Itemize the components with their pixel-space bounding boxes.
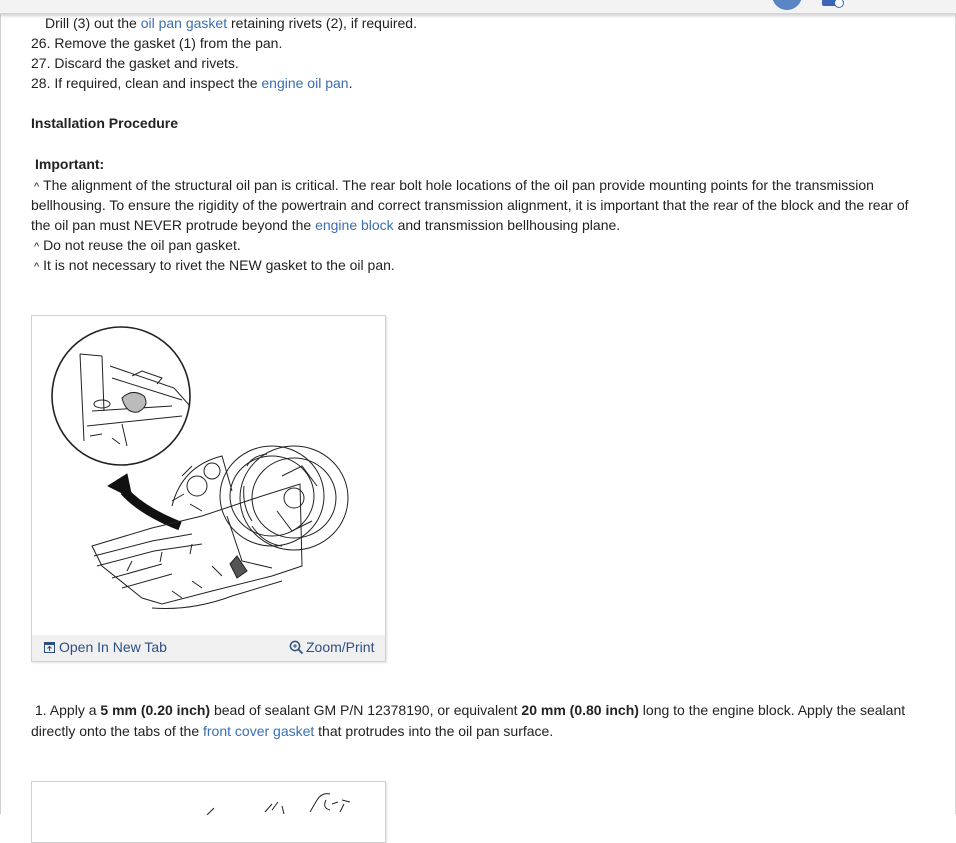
important-text-1: The alignment of the structural oil pan … [43,177,874,193]
step-28: 28. If required, clean and inspect the e… [31,73,352,93]
engine-oil-pan-link[interactable]: engine oil pan [261,75,348,91]
step-1-bead-length: 20 mm (0.80 inch) [521,702,639,718]
step-28-text-end: . [348,75,353,91]
step-25-text-end: retaining rivets (2), if required. [227,15,417,31]
step-25: Drill (3) out the oil pan gasket retaini… [45,13,417,33]
top-toolbar [0,0,956,14]
installation-heading: Installation Procedure [31,115,179,131]
step-1-text-e: long to the engine block. Apply the seal… [638,702,906,718]
important-bullet-1: ^ The alignment of the structural oil pa… [34,175,874,197]
engine-block-link[interactable]: engine block [315,217,394,233]
bullet-icon: ^ [34,261,40,273]
important-text-3-post: and transmission bellhousing plane. [393,217,621,233]
oil-pan-gasket-link[interactable]: oil pan gasket [141,15,227,31]
step-1-text-c: bead of sealant GM P/N 12378190, or equi… [210,702,522,718]
important-bullet-3: ^ It is not necessary to rivet the NEW g… [34,255,395,277]
important-text-3-pre: the oil pan must NEVER protrude beyond t… [31,217,316,233]
step-1-text-a: 1. Apply a [35,702,101,718]
open-in-new-tab-label: Open In New Tab [59,639,167,655]
important-label: Important: [35,156,105,172]
install-step-1-line-2: directly onto the tabs of the front cove… [31,721,553,741]
figure-toolbar: Open In New Tab Zoom/Print [32,635,385,661]
sealant-illustration [206,793,351,816]
zoom-print-label: Zoom/Print [306,639,375,655]
step-1-bead-size: 5 mm (0.20 inch) [100,702,211,718]
important-text-3: the oil pan must NEVER protrude beyond t… [31,215,620,235]
important-bullet-2: ^ Do not reuse the oil pan gasket. [34,235,241,257]
step-28-text: 28. If required, clean and inspect the [31,75,262,91]
important-bullet-2-text: Do not reuse the oil pan gasket. [43,237,241,253]
step-27: 27. Discard the gasket and rivets. [31,55,239,71]
open-in-new-tab-button[interactable]: Open In New Tab [44,639,167,655]
front-cover-gasket-link[interactable]: front cover gasket [203,723,314,739]
user-avatar-icon[interactable] [772,0,802,10]
step-25-text: Drill (3) out the [45,15,141,31]
content-left-border [0,13,1,814]
important-text-2: bellhousing. To ensure the rigidity of t… [31,197,909,213]
zoom-print-button[interactable]: Zoom/Print [289,639,374,655]
important-bullet-3-text: It is not necessary to rivet the NEW gas… [43,257,395,273]
notification-dot-icon [834,0,844,8]
step-1-line-2-post: that protrudes into the oil pan surface. [314,723,554,739]
install-step-1: 1. Apply a 5 mm (0.20 inch) bead of seal… [35,700,905,720]
figure-sealant-application [31,781,386,843]
step-1-line-2-pre: directly onto the tabs of the [31,723,203,739]
figure-oil-pan-gasket: Open In New Tab Zoom/Print [31,315,386,662]
new-tab-icon [44,641,55,653]
zoom-icon [289,640,304,654]
oil-pan-illustration [51,326,349,609]
bullet-icon: ^ [34,181,40,193]
step-26: 26. Remove the gasket (1) from the pan. [31,35,283,51]
bullet-icon: ^ [34,241,40,253]
